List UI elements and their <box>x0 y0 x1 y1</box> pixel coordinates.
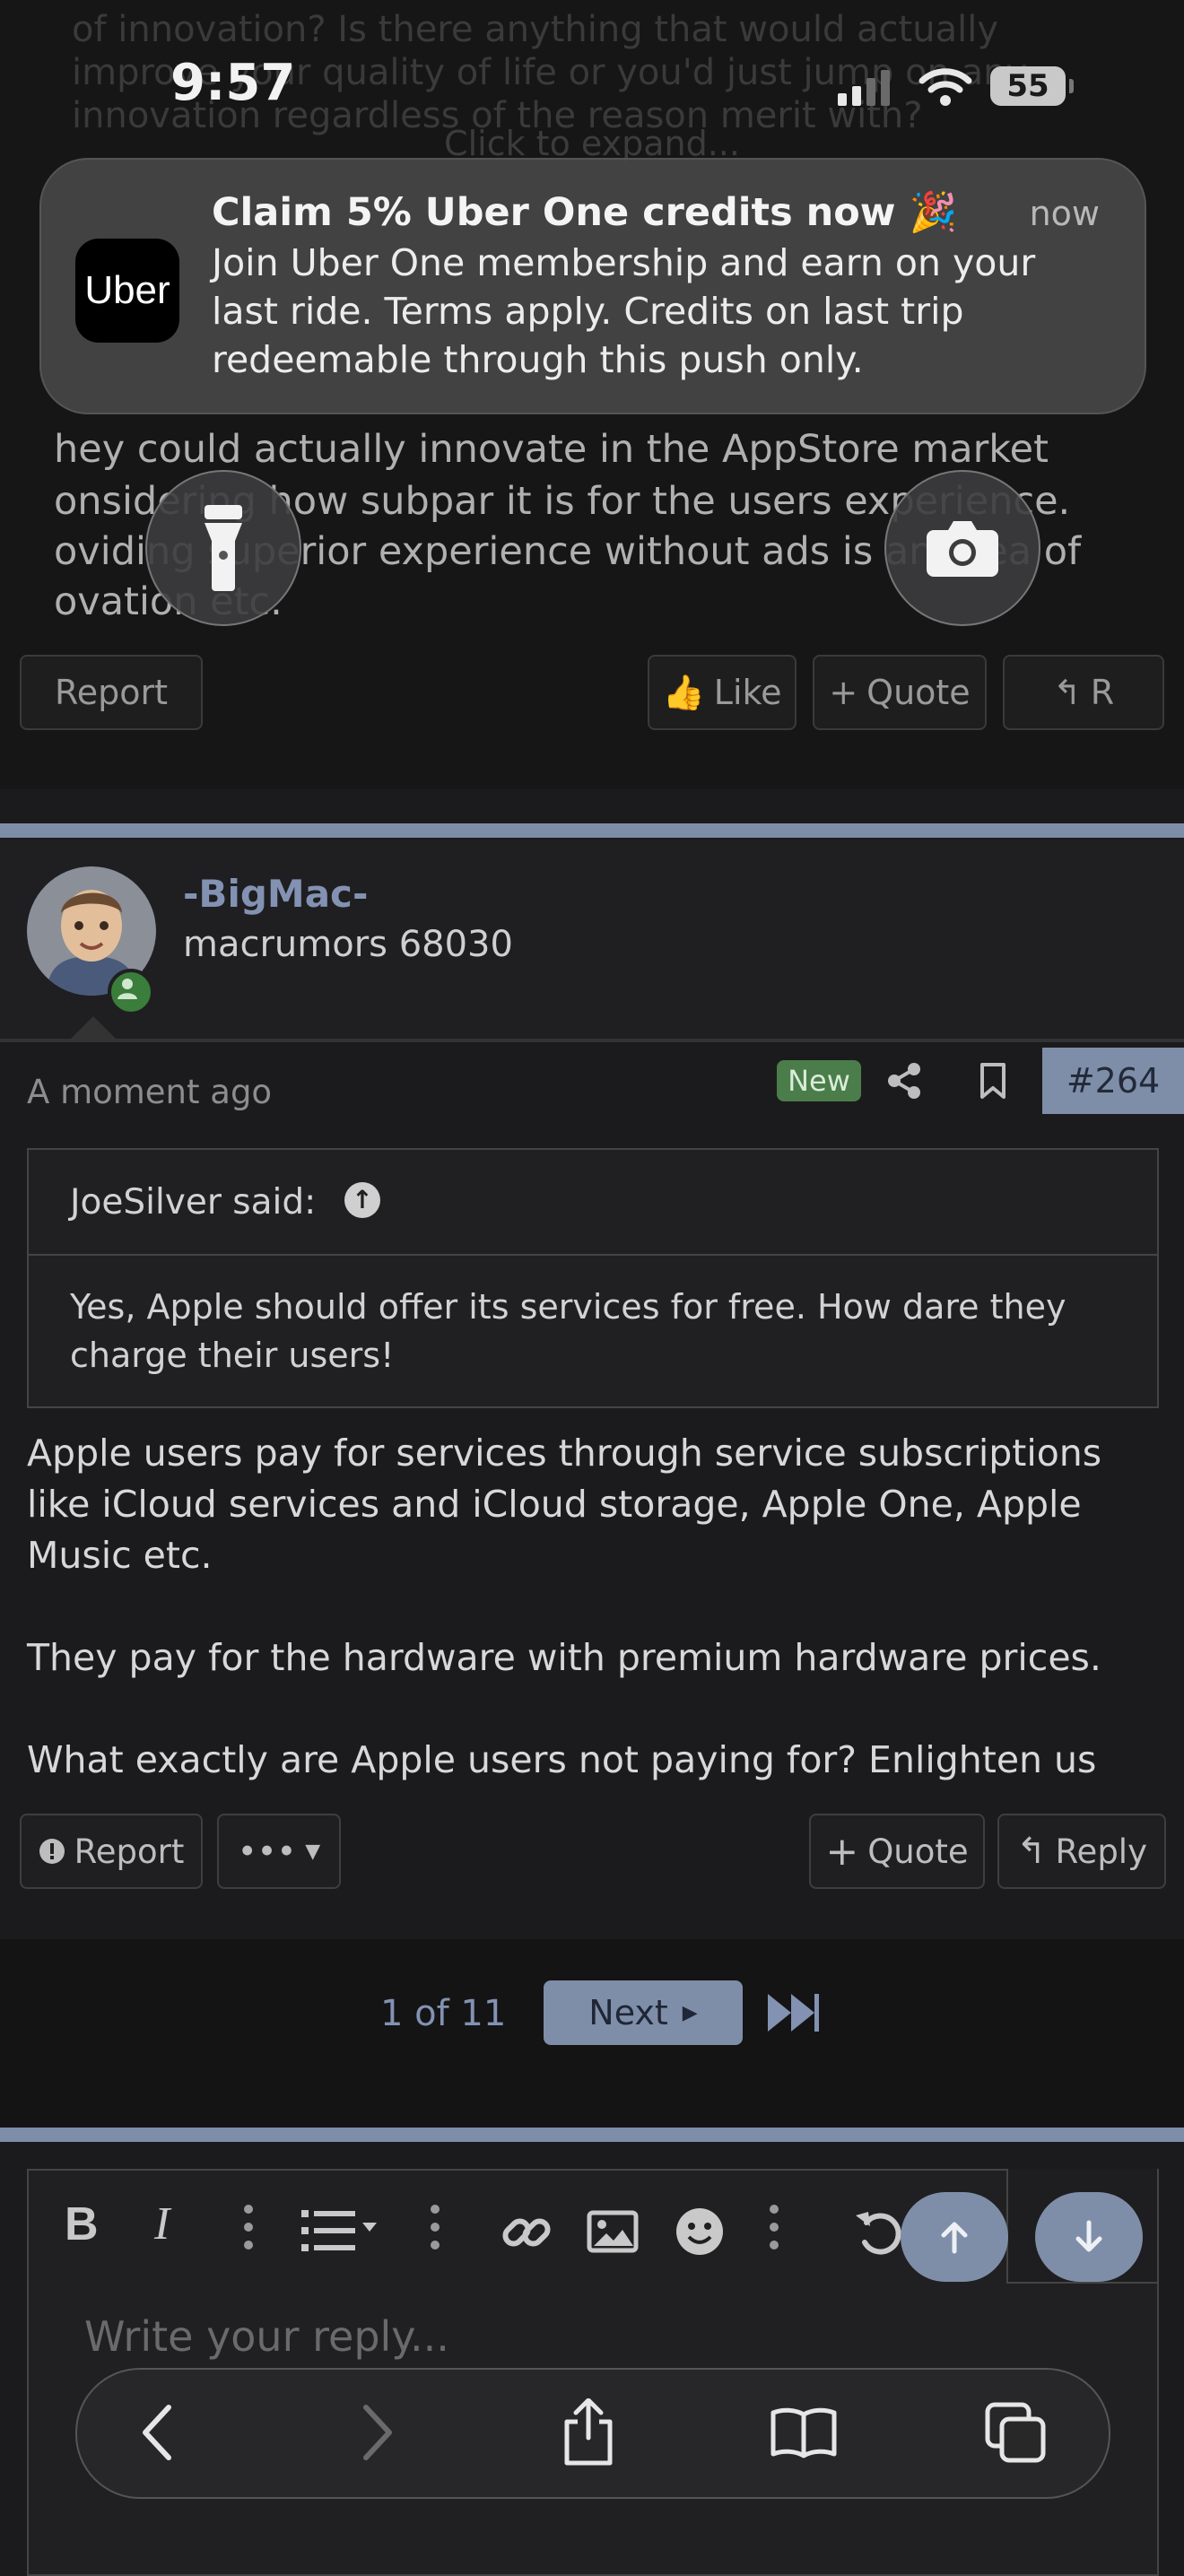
background-quote-label: Quote <box>866 673 971 712</box>
share-icon[interactable] <box>886 1062 922 1100</box>
last-page-icon[interactable] <box>766 1988 820 2046</box>
scroll-down-button[interactable] <box>1035 2192 1143 2282</box>
background-report-label: Report <box>55 673 168 712</box>
new-badge: New <box>777 1060 861 1101</box>
book-icon <box>770 2407 837 2459</box>
header-divider <box>0 1039 1184 1042</box>
report-label: Report <box>74 1832 185 1871</box>
push-notification[interactable]: Uber Claim 5% Uber One credits now 🎉 now… <box>39 158 1146 414</box>
flashlight-icon <box>205 505 242 591</box>
battery-indicator: 55 <box>990 66 1074 106</box>
page-count[interactable]: 1 of 11 <box>380 1993 506 2034</box>
plus-icon: + <box>825 1828 859 1875</box>
notification-title: Claim 5% Uber One credits now 🎉 <box>212 190 958 235</box>
scroll-up-button[interactable] <box>901 2192 1008 2282</box>
quote-author[interactable]: JoeSilver said: <box>70 1182 316 1223</box>
post-divider <box>0 823 1184 838</box>
post-number-link[interactable]: #264 <box>1042 1048 1184 1114</box>
status-bar: 9:57 55 <box>0 0 1184 170</box>
emoji-icon[interactable] <box>675 2206 725 2257</box>
background-like-label: Like <box>713 673 782 712</box>
bookmark-icon[interactable] <box>979 1062 1006 1100</box>
background-report-button[interactable]: Report <box>20 655 203 730</box>
notification-body: Join Uber One membership and earn on you… <box>212 241 1036 381</box>
more-formatting-icon[interactable] <box>244 2205 253 2253</box>
notification-time: now <box>1029 194 1100 233</box>
reply-button[interactable]: ↰ Reply <box>997 1814 1166 1889</box>
forward-button[interactable] <box>341 2400 413 2465</box>
italic-icon[interactable]: I <box>154 2197 170 2250</box>
reply-arrow-icon: ↰ <box>1052 673 1082 712</box>
image-icon[interactable] <box>587 2210 639 2253</box>
cellular-signal-icon <box>838 70 890 106</box>
more-insert-icon[interactable] <box>431 2205 440 2253</box>
arrow-down-icon <box>1075 2220 1102 2252</box>
arrow-up-icon <box>941 2222 968 2254</box>
quote-label: Quote <box>867 1832 969 1871</box>
clock: 9:57 <box>170 54 296 112</box>
more-options-button[interactable]: ••• ▼ <box>217 1814 341 1889</box>
post-paragraph: Apple users pay for services through ser… <box>27 1432 1102 1577</box>
reply-input[interactable]: Write your reply... <box>84 2312 449 2361</box>
thumbs-up-icon: 👍 <box>662 672 705 712</box>
report-button[interactable]: Report <box>20 1814 203 1889</box>
camera-icon <box>927 521 998 577</box>
post-paragraph: They pay for the hardware with premium h… <box>27 1636 1101 1679</box>
online-status-icon <box>108 969 154 1015</box>
post-username[interactable]: -BigMac- <box>183 872 368 916</box>
background-like-button[interactable]: 👍 Like <box>648 655 797 730</box>
post-author-header <box>0 839 1184 1041</box>
caret-down-icon: ▼ <box>305 1840 321 1863</box>
background-quote-button[interactable]: + Quote <box>813 655 987 730</box>
chevron-right-icon <box>363 2405 392 2460</box>
back-button[interactable] <box>122 2400 194 2465</box>
more-tools-icon[interactable] <box>770 2205 779 2253</box>
quote-header: JoeSilver said: ↑ <box>29 1150 1157 1256</box>
caret-right-icon: ▶ <box>682 2001 698 2024</box>
post-paragraph: What exactly are Apple users not paying … <box>27 1738 1097 1781</box>
background-reply-button[interactable]: ↰ R <box>1003 655 1164 730</box>
background-reply-label: R <box>1090 673 1115 712</box>
uber-app-logo: Uber <box>75 239 179 343</box>
quote-block: JoeSilver said: ↑ Yes, Apple should offe… <box>27 1148 1159 1408</box>
flashlight-button[interactable] <box>145 470 301 626</box>
post-timestamp[interactable]: A moment ago <box>27 1073 272 1111</box>
editor-divider <box>0 2128 1184 2142</box>
more-label: ••• <box>237 1832 297 1871</box>
tabs-icon <box>985 2402 1046 2463</box>
tabs-button[interactable] <box>979 2400 1051 2465</box>
arrow-up-circle-icon[interactable]: ↑ <box>344 1182 380 1218</box>
share-sheet-icon <box>564 2398 613 2466</box>
header-pointer <box>70 1016 117 1040</box>
plus-icon: + <box>829 673 858 712</box>
share-button[interactable] <box>553 2398 624 2466</box>
next-page-button[interactable]: Next ▶ <box>544 1980 743 2045</box>
alert-circle-icon <box>39 1839 65 1864</box>
undo-icon[interactable] <box>854 2206 904 2257</box>
list-icon[interactable] <box>301 2208 382 2253</box>
background-post-line: hey could actually innovate in the AppSt… <box>54 427 1049 472</box>
quote-button[interactable]: + Quote <box>809 1814 985 1889</box>
link-icon[interactable] <box>501 2206 553 2258</box>
reply-arrow-icon: ↰ <box>1016 1831 1047 1872</box>
chevron-left-icon <box>143 2405 171 2460</box>
bookmarks-button[interactable] <box>768 2400 840 2465</box>
quote-text: Yes, Apple should offer its services for… <box>70 1287 1066 1375</box>
next-label: Next <box>588 1993 668 2032</box>
post-user-title: macrumors 68030 <box>183 924 513 965</box>
wifi-icon <box>918 68 972 106</box>
bold-icon[interactable]: B <box>65 2197 99 2251</box>
reply-label: Reply <box>1055 1832 1147 1871</box>
camera-button[interactable] <box>884 470 1040 626</box>
